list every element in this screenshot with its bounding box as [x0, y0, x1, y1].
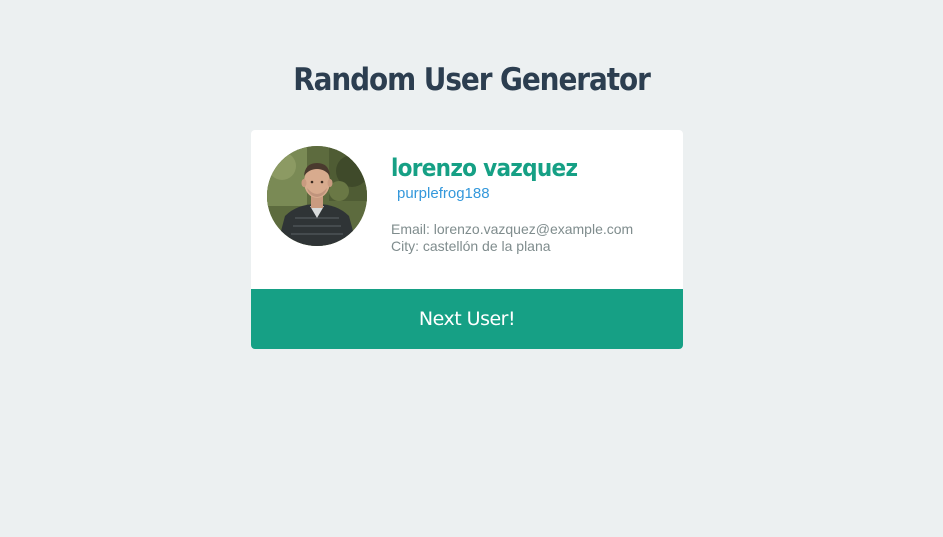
user-avatar [267, 146, 367, 246]
user-info: lorenzo vazquez purplefrog188 Email: lor… [391, 152, 671, 255]
user-photo-icon [267, 146, 367, 246]
user-name: lorenzo vazquez [391, 154, 578, 182]
page-title: Random User Generator [293, 62, 651, 98]
user-card: lorenzo vazquez purplefrog188 Email: lor… [251, 130, 683, 349]
username-link[interactable]: purplefrog188 [397, 184, 671, 204]
next-user-button[interactable]: Next User! [251, 289, 683, 349]
user-email: Email: lorenzo.vazquez@example.com [391, 221, 634, 237]
user-details: Email: lorenzo.vazquez@example.com City:… [391, 221, 671, 255]
user-city: City: castellón de la plana [391, 238, 551, 254]
